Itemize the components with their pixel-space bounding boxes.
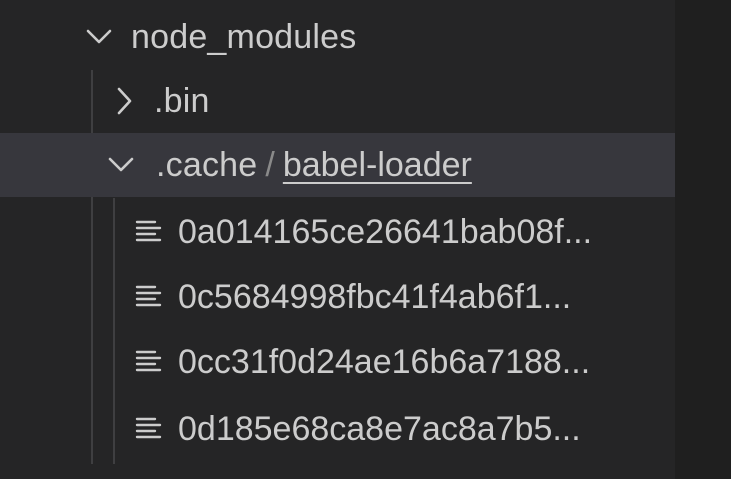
tree-item-label-cache[interactable]: .cache bbox=[156, 146, 257, 185]
compact-folder-separator: / bbox=[265, 145, 275, 184]
file-explorer-tree: node_modules .bin .cache / babel-loader … bbox=[0, 0, 675, 479]
tree-item-label: .bin bbox=[154, 81, 210, 120]
tree-item-bin[interactable]: .bin bbox=[0, 69, 675, 133]
file-lines-icon bbox=[134, 414, 164, 444]
chevron-down-icon[interactable] bbox=[82, 20, 116, 54]
chevron-right-icon[interactable] bbox=[108, 84, 142, 118]
chevron-down-icon[interactable] bbox=[104, 148, 138, 182]
tree-item-label: 0a014165ce26641bab08f... bbox=[178, 212, 593, 251]
tree-item-label: 0d185e68ca8e7ac8a7b5... bbox=[178, 409, 581, 448]
file-lines-icon bbox=[134, 282, 164, 312]
tree-item-label: 0cc31f0d24ae16b6a7188... bbox=[178, 342, 591, 381]
tree-item-label: node_modules bbox=[131, 17, 357, 56]
tree-item-cache-babel-loader[interactable]: .cache / babel-loader bbox=[0, 133, 675, 197]
file-lines-icon bbox=[134, 217, 164, 247]
tree-item-label: 0c5684998fbc41f4ab6f1... bbox=[178, 277, 572, 316]
tree-item-node-modules[interactable]: node_modules bbox=[0, 5, 675, 69]
editor-area-edge bbox=[675, 0, 731, 479]
tree-item-file[interactable]: 0c5684998fbc41f4ab6f1... bbox=[0, 265, 675, 329]
file-lines-icon bbox=[134, 347, 164, 377]
tree-item-file[interactable]: 0cc31f0d24ae16b6a7188... bbox=[0, 330, 675, 394]
tree-item-file[interactable]: 0a014165ce26641bab08f... bbox=[0, 200, 675, 264]
cut-off-row-area bbox=[0, 464, 675, 479]
tree-item-file[interactable]: 0d185e68ca8e7ac8a7b5... bbox=[0, 397, 675, 461]
tree-item-label-babel-loader[interactable]: babel-loader bbox=[283, 146, 472, 185]
